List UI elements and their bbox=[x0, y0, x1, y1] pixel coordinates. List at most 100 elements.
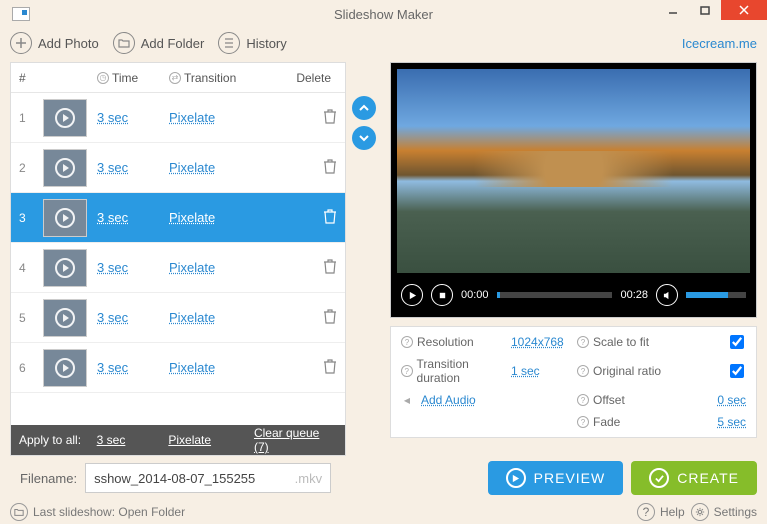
delete-button[interactable] bbox=[277, 158, 337, 177]
gear-icon bbox=[691, 503, 709, 521]
settings-label: Settings bbox=[714, 505, 757, 519]
row-time[interactable]: 3 sec bbox=[97, 310, 128, 325]
add-folder-label: Add Folder bbox=[141, 36, 205, 51]
create-label: CREATE bbox=[677, 470, 739, 486]
filename-label: Filename: bbox=[10, 471, 77, 486]
slide-table: # ◷Time ⇄Transition Delete 1 3 sec Pixelat… bbox=[10, 62, 346, 456]
add-folder-button[interactable]: Add Folder bbox=[113, 32, 205, 54]
app-title: Slideshow Maker bbox=[0, 7, 767, 22]
clear-queue[interactable]: Clear queue (7) bbox=[254, 426, 319, 454]
row-time[interactable]: 3 sec bbox=[97, 360, 128, 375]
row-num: 1 bbox=[19, 111, 43, 125]
apply-transition[interactable]: Pixelate bbox=[168, 433, 211, 447]
fade-value[interactable]: 5 sec bbox=[717, 415, 746, 429]
apply-time[interactable]: 3 sec bbox=[97, 433, 126, 447]
settings-button[interactable]: Settings bbox=[691, 503, 757, 521]
audio-icon: ◀ bbox=[401, 394, 413, 406]
move-down-button[interactable] bbox=[352, 126, 376, 150]
thumbnail[interactable] bbox=[43, 299, 87, 337]
add-photo-button[interactable]: Add Photo bbox=[10, 32, 99, 54]
preview-label: PREVIEW bbox=[534, 470, 606, 486]
row-time[interactable]: 3 sec bbox=[97, 110, 128, 125]
row-num: 2 bbox=[19, 161, 43, 175]
filename-input[interactable]: sshow_2014-08-07_155255 .mkv bbox=[85, 463, 331, 493]
row-transition[interactable]: Pixelate bbox=[169, 110, 215, 125]
col-delete: Delete bbox=[277, 71, 337, 85]
help-button[interactable]: ? Help bbox=[637, 503, 685, 521]
move-up-button[interactable] bbox=[352, 96, 376, 120]
titlebar: Slideshow Maker bbox=[0, 0, 767, 28]
open-folder-button[interactable]: Last slideshow: Open Folder bbox=[10, 503, 185, 521]
brand-link[interactable]: Icecream.me bbox=[676, 36, 757, 51]
volume-bar[interactable] bbox=[686, 292, 746, 298]
stop-button[interactable] bbox=[431, 284, 453, 306]
row-num: 5 bbox=[19, 311, 43, 325]
create-button[interactable]: CREATE bbox=[631, 461, 757, 495]
clock-icon: ◷ bbox=[97, 72, 109, 84]
ratio-checkbox[interactable] bbox=[730, 364, 744, 378]
help-icon: ? bbox=[577, 336, 589, 348]
trdur-label: Transition duration bbox=[417, 357, 511, 385]
play-button[interactable] bbox=[401, 284, 423, 306]
resolution-value[interactable]: 1024x768 bbox=[511, 335, 564, 349]
play-icon bbox=[506, 468, 526, 488]
row-transition[interactable]: Pixelate bbox=[169, 210, 215, 225]
help-icon: ? bbox=[577, 394, 589, 406]
row-transition[interactable]: Pixelate bbox=[169, 360, 215, 375]
check-icon bbox=[649, 468, 669, 488]
thumbnail[interactable] bbox=[43, 149, 87, 187]
minimize-button[interactable] bbox=[657, 0, 689, 20]
history-button[interactable]: History bbox=[218, 32, 286, 54]
trdur-value[interactable]: 1 sec bbox=[511, 364, 540, 378]
table-row[interactable]: 3 3 sec Pixelate bbox=[11, 193, 345, 243]
thumbnail[interactable] bbox=[43, 99, 87, 137]
table-header: # ◷Time ⇄Transition Delete bbox=[11, 63, 345, 93]
preview-button[interactable]: PREVIEW bbox=[488, 461, 624, 495]
row-transition[interactable]: Pixelate bbox=[169, 160, 215, 175]
filename-value: sshow_2014-08-07_155255 bbox=[94, 471, 255, 486]
preview-pane: 00:00 00:28 bbox=[390, 62, 757, 318]
transition-icon: ⇄ bbox=[169, 72, 181, 84]
help-icon: ? bbox=[577, 365, 589, 377]
table-row[interactable]: 5 3 sec Pixelate bbox=[11, 293, 345, 343]
add-audio[interactable]: Add Audio bbox=[421, 393, 476, 407]
thumbnail[interactable] bbox=[43, 199, 87, 237]
table-row[interactable]: 2 3 sec Pixelate bbox=[11, 143, 345, 193]
resolution-label: Resolution bbox=[417, 335, 474, 349]
row-time[interactable]: 3 sec bbox=[97, 160, 128, 175]
delete-button[interactable] bbox=[277, 108, 337, 127]
delete-button[interactable] bbox=[277, 358, 337, 377]
offset-value[interactable]: 0 sec bbox=[717, 393, 746, 407]
row-time[interactable]: 3 sec bbox=[97, 210, 128, 225]
row-num: 4 bbox=[19, 261, 43, 275]
row-num: 3 bbox=[19, 211, 43, 225]
time-pos: 00:00 bbox=[461, 289, 489, 301]
play-icon bbox=[55, 358, 75, 378]
delete-button[interactable] bbox=[277, 208, 337, 227]
play-icon bbox=[55, 208, 75, 228]
time-dur: 00:28 bbox=[620, 289, 648, 301]
row-time[interactable]: 3 sec bbox=[97, 260, 128, 275]
play-icon bbox=[55, 108, 75, 128]
seek-bar[interactable] bbox=[497, 292, 613, 298]
table-row[interactable]: 63 secPixelate bbox=[11, 343, 345, 393]
plus-icon bbox=[10, 32, 32, 54]
maximize-button[interactable] bbox=[689, 0, 721, 20]
help-icon: ? bbox=[577, 416, 589, 428]
close-button[interactable] bbox=[721, 0, 767, 20]
row-transition[interactable]: Pixelate bbox=[169, 310, 215, 325]
col-num: # bbox=[19, 71, 43, 85]
toolbar: Add Photo Add Folder History Icecream.me bbox=[0, 28, 767, 58]
mute-button[interactable] bbox=[656, 284, 678, 306]
table-row[interactable]: 1 3 sec Pixelate bbox=[11, 93, 345, 143]
delete-button[interactable] bbox=[277, 258, 337, 277]
row-transition[interactable]: Pixelate bbox=[169, 260, 215, 275]
thumbnail[interactable] bbox=[43, 349, 87, 387]
scale-checkbox[interactable] bbox=[730, 335, 744, 349]
delete-button[interactable] bbox=[277, 308, 337, 327]
fade-label: Fade bbox=[593, 415, 620, 429]
thumbnail[interactable] bbox=[43, 249, 87, 287]
filename-ext: .mkv bbox=[295, 471, 322, 486]
apply-label: Apply to all: bbox=[19, 433, 97, 447]
table-row[interactable]: 4 3 sec Pixelate bbox=[11, 243, 345, 293]
